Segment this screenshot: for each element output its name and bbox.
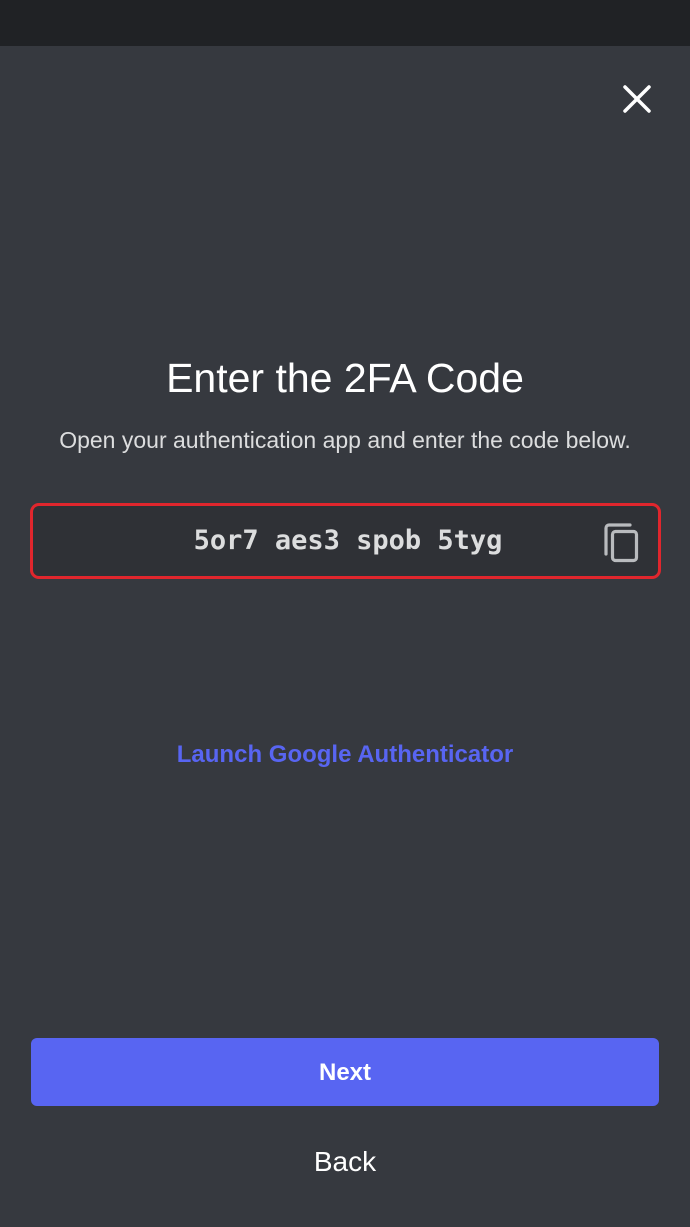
status-bar [0, 0, 690, 46]
page-subtitle: Open your authentication app and enter t… [59, 427, 631, 453]
copy-button[interactable] [600, 520, 644, 564]
page-title: Enter the 2FA Code [166, 355, 524, 401]
back-button[interactable]: Back [0, 1142, 690, 1182]
copy-icon [604, 523, 639, 563]
close-icon [623, 85, 651, 113]
secret-code: 5or7 aes3 spob 5tyg [193, 525, 503, 556]
launch-authenticator-link[interactable]: Launch Google Authenticator [0, 737, 690, 773]
code-box: 5or7 aes3 spob 5tyg [30, 503, 661, 579]
close-button[interactable] [612, 76, 660, 124]
next-button[interactable]: Next [31, 1038, 659, 1106]
